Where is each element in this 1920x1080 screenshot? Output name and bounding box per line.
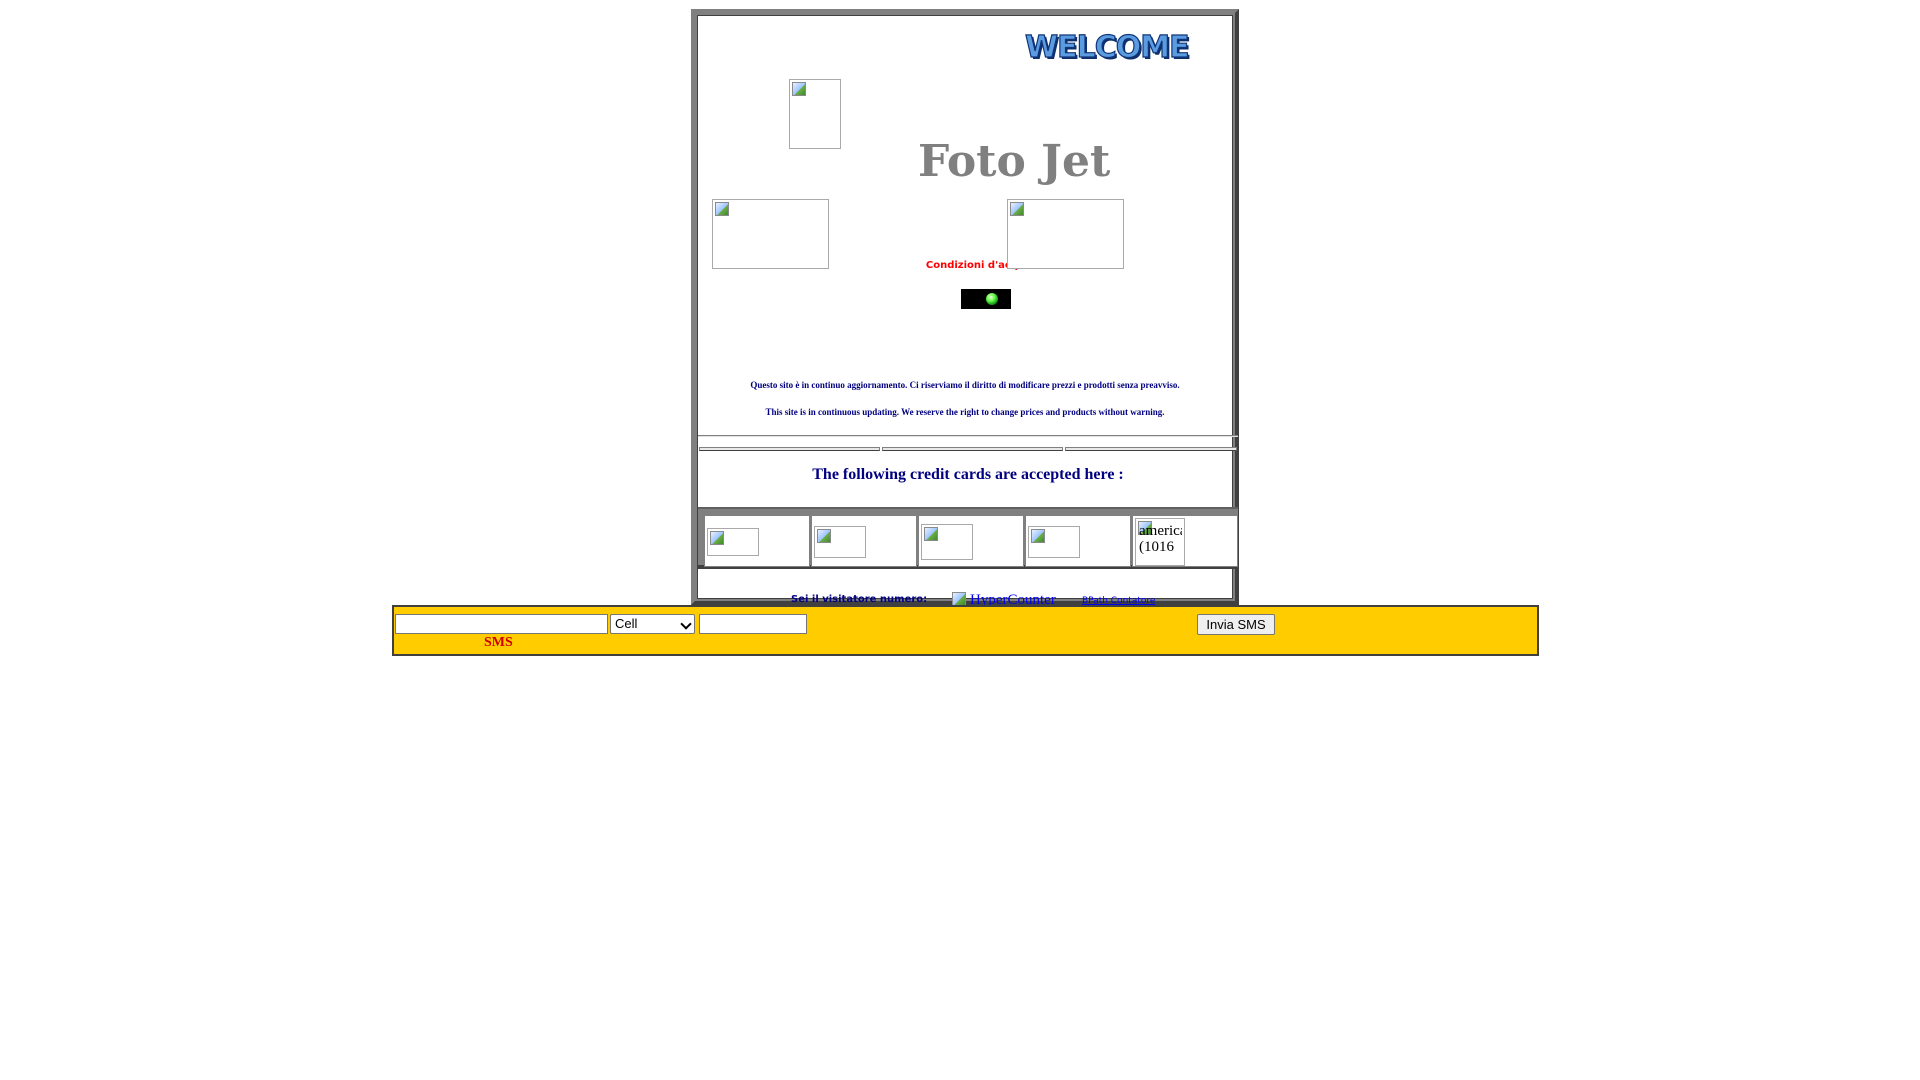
notice-italian: Questo sito è in continuo aggiornamento.… [750,380,1180,390]
credit-card-cell [1025,515,1131,567]
sms-number-input[interactable] [699,614,807,634]
main-frame: WELCOME Foto Jet Condizioni d'acquisto Q… [691,9,1239,608]
welcome-banner: WELCOME [1024,29,1190,65]
carrier-select[interactable]: Cell [610,614,695,634]
divider-segment-middle [882,447,1063,451]
sms-label: SMS [484,635,513,650]
american-express-image-broken: america (1016 [1135,518,1185,566]
sms-bar: Cell Invia SMS SMS [392,605,1539,656]
credit-card-cell [704,515,810,567]
carrier-select-value: Cell [615,616,638,631]
purchase-conditions-button[interactable] [961,289,1011,309]
notice-english: This site is in continuous updating. We … [765,407,1165,417]
visitor-counter-label: Sei il visitatore numero: [791,594,928,605]
credit-cards-table: america (1016 [698,507,1238,569]
logo-image-broken [789,79,841,149]
send-sms-button[interactable]: Invia SMS [1197,614,1275,635]
credit-card-image-broken [1028,526,1080,558]
credit-card-cell [918,515,1024,567]
credit-cards-title: The following credit cards are accepted … [812,466,1124,483]
green-light-icon [986,293,998,305]
right-banner-image-broken [1007,199,1124,269]
credit-card-image-broken [814,526,866,558]
credit-card-alt-text: america (1016 [1139,523,1182,555]
main-panel: WELCOME Foto Jet Condizioni d'acquisto Q… [697,15,1238,608]
credit-card-cell: america (1016 [1132,515,1238,567]
left-banner-image-broken [712,199,829,269]
credit-card-image-broken [707,528,759,556]
credit-card-image-broken [921,524,973,560]
chevron-down-icon [680,618,692,630]
divider-line [698,435,1238,437]
divider-segment-right [1065,447,1237,451]
divider-segment-left [699,447,880,451]
brand-title: Foto Jet [918,136,1111,187]
sms-name-input[interactable] [395,614,608,634]
credit-card-cell [811,515,917,567]
